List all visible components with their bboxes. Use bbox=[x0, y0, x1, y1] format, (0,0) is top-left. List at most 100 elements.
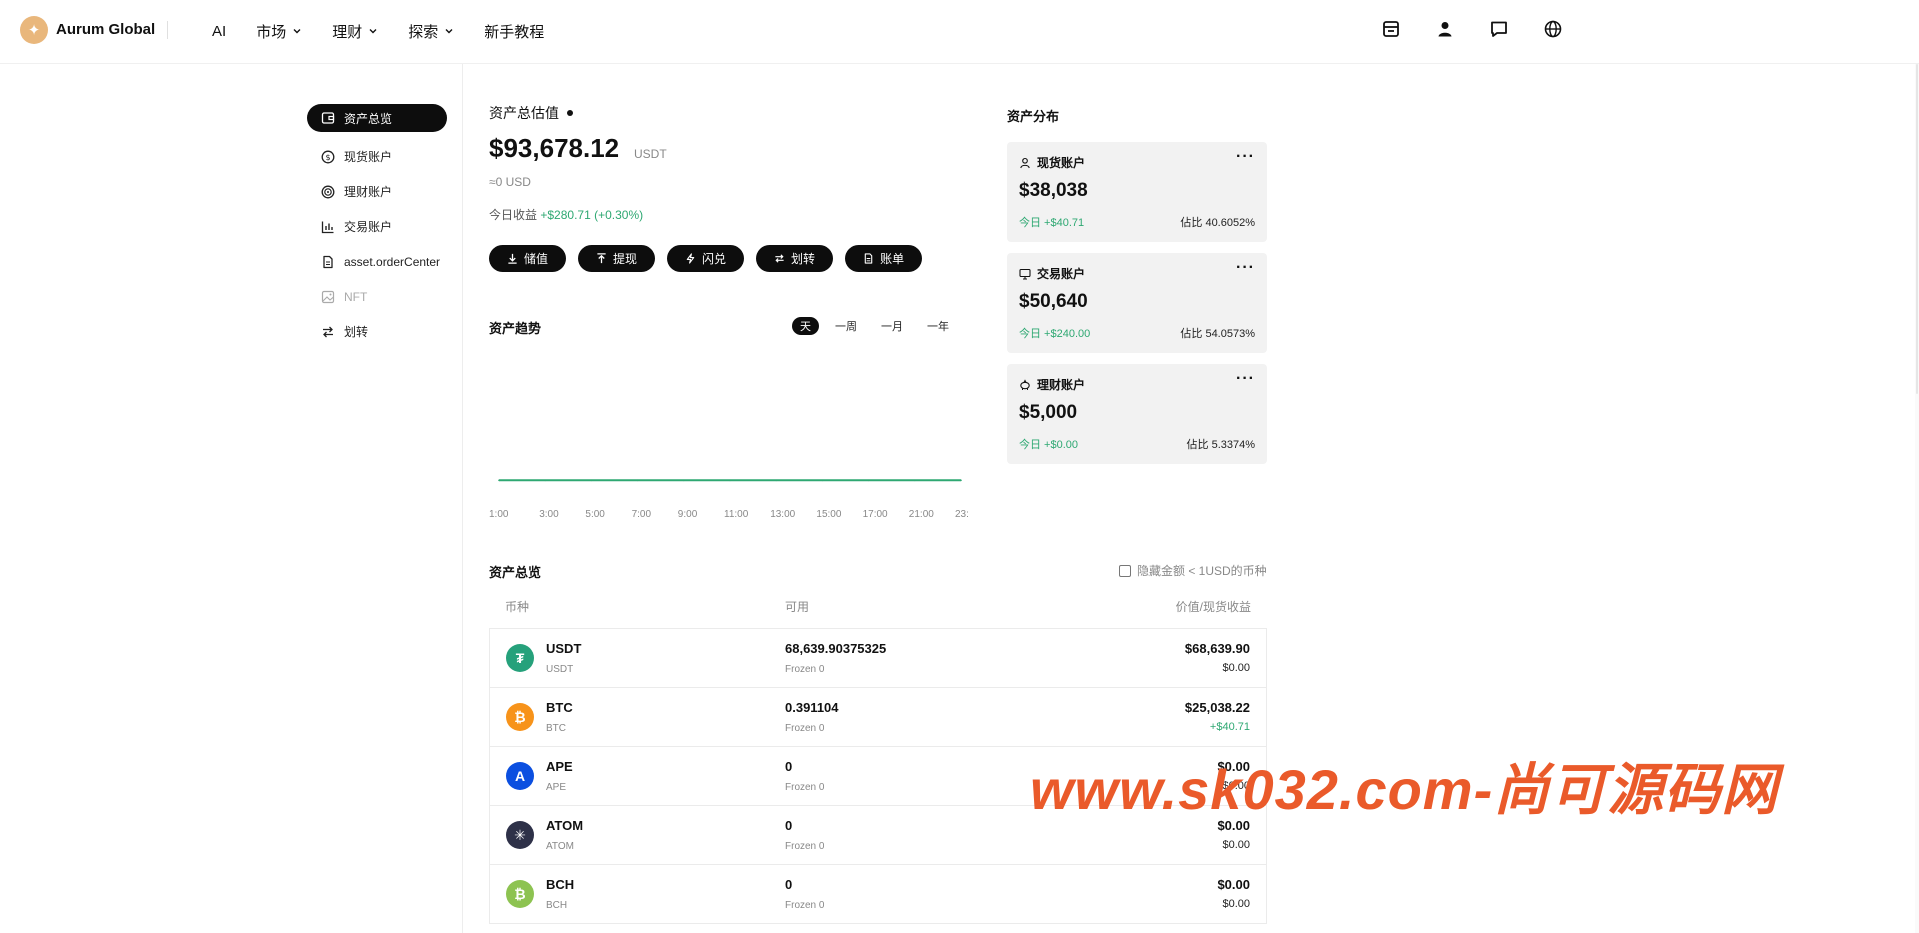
coin-subtitle: BCH bbox=[546, 900, 568, 911]
today-income-value: +$280.71 bbox=[540, 208, 591, 222]
distribution-card-finance[interactable]: 理财账户 ··· $5,000 今日 +$0.00 佔比 5.3374% bbox=[1007, 364, 1267, 464]
total-valuation-value: $93,678.12 bbox=[489, 133, 620, 163]
coin-pnl: $0.00 bbox=[1222, 662, 1250, 674]
range-tab-year[interactable]: 一年 bbox=[919, 317, 957, 335]
wallet-icon bbox=[321, 112, 335, 124]
nav-item-explore[interactable]: 探索 bbox=[408, 21, 454, 42]
bill-icon bbox=[864, 253, 873, 264]
available-amount: 0 bbox=[785, 759, 793, 774]
flash-icon bbox=[686, 253, 695, 264]
today-income: 今日收益 +$280.71 (+0.30%) bbox=[489, 206, 643, 223]
trend-data-point bbox=[544, 479, 546, 482]
coin-pnl: $0.00 bbox=[1222, 839, 1250, 851]
distribution-card-spot[interactable]: 现货账户 ··· $38,038 今日 +$40.71 佔比 40.6052% bbox=[1007, 142, 1267, 242]
coin-subtitle: ATOM bbox=[546, 841, 574, 852]
table-row[interactable]: ₿ BCH BCH 0 Frozen 0 $0.00 $0.00 bbox=[490, 865, 1266, 924]
brand-name[interactable]: Aurum Global bbox=[56, 21, 155, 38]
scrollbar-thumb[interactable] bbox=[1916, 64, 1918, 394]
nav-label: 新手教程 bbox=[484, 23, 545, 41]
nav-label: 探索 bbox=[408, 23, 439, 41]
user-icon[interactable] bbox=[1435, 19, 1455, 39]
nav-item-market[interactable]: 市场 bbox=[256, 21, 302, 42]
table-row[interactable]: ₿ BTC BTC 0.391104 Frozen 0 $25,038.22 +… bbox=[490, 688, 1266, 747]
sidebar-item-transfer[interactable]: 划转 bbox=[307, 314, 447, 349]
nav-item-ai[interactable]: AI bbox=[212, 23, 226, 40]
chevron-down-icon bbox=[369, 29, 377, 34]
brand-divider bbox=[167, 21, 168, 39]
globe-icon[interactable] bbox=[1543, 19, 1563, 39]
deposit-label: 储值 bbox=[524, 252, 549, 266]
transfer-label: 划转 bbox=[791, 252, 816, 266]
today-income-percent: (+0.30%) bbox=[594, 208, 644, 222]
coin-symbol: ATOM bbox=[546, 818, 584, 833]
sidebar-item-asset-overview[interactable]: 资产总览 bbox=[307, 104, 447, 132]
more-options-icon[interactable]: ··· bbox=[1236, 370, 1255, 388]
transfer-icon bbox=[323, 326, 333, 337]
watermark: www.sk032.com-尚可源码网 bbox=[1030, 758, 1779, 821]
frozen-amount: Frozen 0 bbox=[785, 782, 825, 793]
sidebar-item-finance-account[interactable]: 理财账户 bbox=[307, 174, 447, 209]
hide-small-balance-label: 隐藏金额 < 1USD的币种 bbox=[1137, 564, 1267, 578]
flash-swap-button[interactable]: 闪兑 bbox=[667, 245, 745, 272]
distribution-card-trading[interactable]: 交易账户 ··· $50,640 今日 +$240.00 佔比 54.0573% bbox=[1007, 253, 1267, 353]
coin-subtitle: APE bbox=[546, 782, 567, 793]
x-tick-label: 7:00 bbox=[632, 509, 652, 520]
coin-symbol: APE bbox=[546, 759, 573, 774]
coin-value: $25,038.22 bbox=[1184, 700, 1250, 715]
available-amount: 0.391104 bbox=[785, 700, 839, 715]
wallet-icon[interactable] bbox=[1381, 19, 1401, 39]
deposit-button[interactable]: 储值 bbox=[489, 245, 567, 272]
coin-value: $68,639.90 bbox=[1184, 641, 1250, 656]
available-amount: 0 bbox=[785, 818, 793, 833]
total-valuation-unit: USDT bbox=[634, 147, 667, 161]
column-header-available: 可用 bbox=[785, 600, 810, 614]
more-options-icon[interactable]: ··· bbox=[1236, 148, 1255, 166]
distribution-card-name: 现货账户 bbox=[1037, 156, 1086, 170]
bch-icon: ₿ bbox=[506, 880, 534, 908]
bill-label: 账单 bbox=[880, 252, 905, 266]
distribution-card-value: $5,000 bbox=[1019, 402, 1078, 423]
distribution-card-name: 理财账户 bbox=[1037, 378, 1086, 392]
sidebar-divider bbox=[462, 64, 463, 933]
sidebar-item-nft[interactable]: NFT bbox=[307, 279, 447, 314]
withdraw-button[interactable]: 提现 bbox=[578, 245, 656, 272]
sidebar-item-label: 资产总览 bbox=[344, 111, 393, 126]
sidebar-item-order-center[interactable]: asset.orderCenter bbox=[307, 244, 447, 279]
more-options-icon[interactable]: ··· bbox=[1236, 259, 1255, 277]
brand-logo-icon[interactable]: ✦ bbox=[20, 16, 48, 44]
range-tab-month[interactable]: 一月 bbox=[873, 317, 911, 335]
ape-icon: A bbox=[506, 762, 534, 790]
sidebar-item-spot-account[interactable]: $ 现货账户 bbox=[307, 139, 447, 174]
nav-item-tutorial[interactable]: 新手教程 bbox=[484, 21, 544, 42]
main-nav: AI 市场 理财 探索 新手教程 bbox=[212, 0, 544, 62]
bar-chart-icon bbox=[321, 221, 334, 233]
distribution-card-today: 今日 +$40.71 bbox=[1019, 217, 1085, 229]
frozen-amount: Frozen 0 bbox=[785, 723, 825, 734]
top-header: ✦ Aurum Global AI 市场 理财 探索 新手教程 bbox=[0, 0, 1919, 64]
monitor-icon bbox=[1019, 268, 1031, 280]
sidebar-item-label: 交易账户 bbox=[344, 220, 393, 234]
distribution-card-ratio: 佔比 40.6052% bbox=[1180, 217, 1255, 229]
distribution-card-header: 理财账户 bbox=[1019, 376, 1085, 393]
hide-small-balance-checkbox[interactable]: 隐藏金额 < 1USD的币种 bbox=[1119, 562, 1267, 579]
distribution-card-header: 现货账户 bbox=[1019, 154, 1085, 171]
sidebar-item-trading-account[interactable]: 交易账户 bbox=[307, 209, 447, 244]
checkbox-icon[interactable] bbox=[1119, 564, 1131, 577]
transfer-button[interactable]: 划转 bbox=[756, 245, 834, 272]
upload-icon bbox=[597, 253, 606, 264]
x-tick-label: 9:00 bbox=[678, 509, 698, 520]
range-tab-day[interactable]: 天 bbox=[792, 317, 819, 335]
chevron-down-icon bbox=[445, 29, 453, 34]
table-row[interactable]: ₮ USDT USDT 68,639.90375325 Frozen 0 $68… bbox=[490, 629, 1266, 688]
sidebar-item-label: 划转 bbox=[344, 325, 369, 339]
target-icon bbox=[321, 185, 335, 198]
bill-button[interactable]: 账单 bbox=[845, 245, 923, 272]
trend-data-point bbox=[867, 479, 870, 482]
range-tab-week[interactable]: 一周 bbox=[827, 317, 865, 335]
visibility-toggle-icon[interactable] bbox=[567, 110, 573, 116]
nav-item-finance[interactable]: 理财 bbox=[332, 21, 378, 42]
trend-data-point bbox=[775, 479, 777, 482]
message-icon[interactable] bbox=[1489, 19, 1509, 39]
nav-label: 市场 bbox=[256, 23, 287, 41]
x-tick-label: 17:00 bbox=[863, 509, 888, 520]
